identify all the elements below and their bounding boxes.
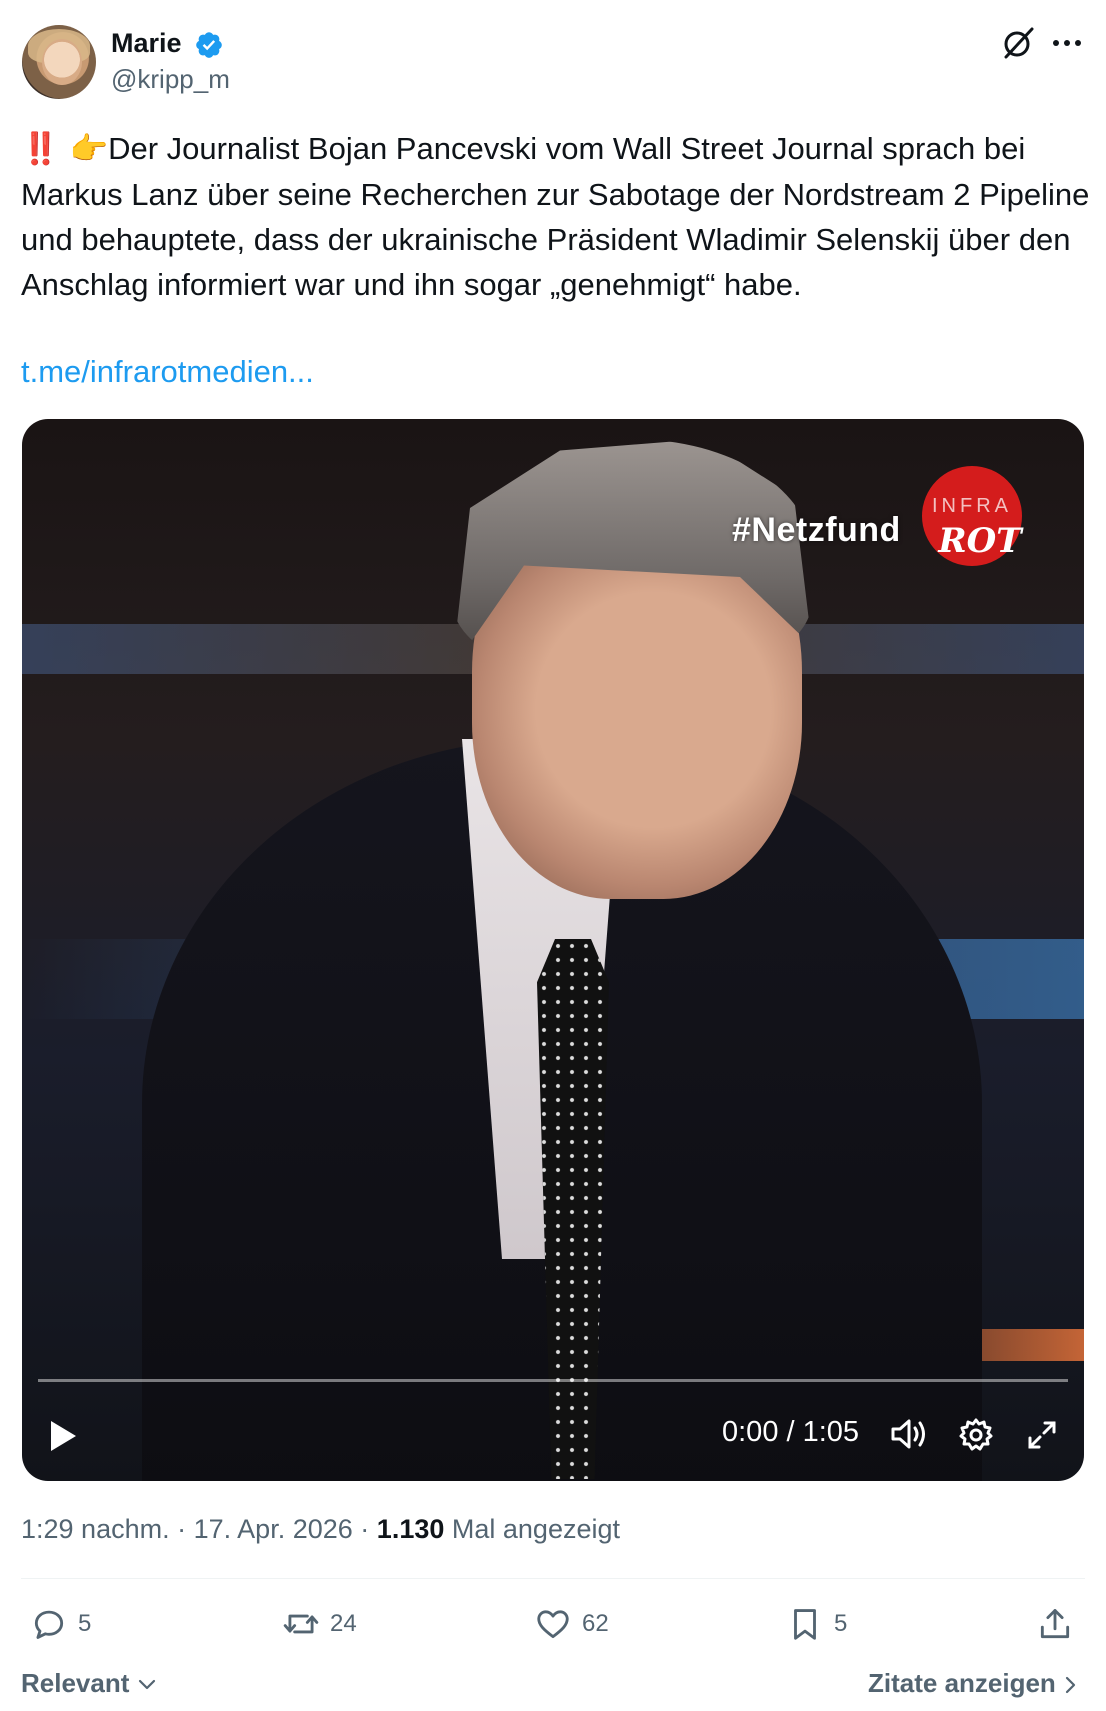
video-progress-bar[interactable] <box>38 1379 1068 1382</box>
logo-text-bottom: ROT <box>937 521 1024 561</box>
reply-icon <box>34 1610 64 1639</box>
reply-button[interactable]: 5 <box>30 1604 91 1644</box>
reply-count: 5 <box>78 1610 92 1637</box>
bookmark-count: 5 <box>834 1610 848 1637</box>
tweet-link[interactable]: t.me/infrarotmedien... <box>21 352 314 392</box>
heart-icon <box>537 1610 569 1639</box>
video-overlay-hashtag: #Netzfund <box>732 511 901 549</box>
sort-label: Relevant <box>21 1668 130 1698</box>
share-icon <box>1040 1609 1070 1639</box>
views-count: 1.130 <box>376 1514 445 1544</box>
repost-button[interactable]: 24 <box>282 1604 357 1644</box>
meta-separator: · <box>360 1514 370 1544</box>
tweet-body: Der Journalist Bojan Pancevski vom Wall … <box>21 131 1090 302</box>
share-button[interactable] <box>1036 1604 1074 1644</box>
meta-separator: · <box>177 1514 187 1544</box>
repost-icon <box>283 1614 319 1634</box>
fullscreen-icon[interactable] <box>1026 1419 1058 1451</box>
volume-icon[interactable] <box>890 1417 928 1451</box>
tweet-text: ‼️ 👉Der Journalist Bojan Pancevski vom W… <box>21 126 1091 307</box>
logo-text-top: INFRA <box>932 495 1012 517</box>
tweet-time[interactable]: 1:29 nachm. <box>21 1514 170 1544</box>
author-handle[interactable]: @kripp_m <box>111 63 230 95</box>
divider <box>21 1578 1085 1579</box>
bookmark-icon <box>794 1609 816 1640</box>
video-time: 0:00 / 1:05 <box>722 1416 860 1448</box>
chevron-right-icon <box>1065 1677 1076 1694</box>
infrarot-logo: INFRA ROT <box>922 466 1024 566</box>
quotes-label: Zitate anzeigen <box>868 1668 1056 1698</box>
tweet-date[interactable]: 17. Apr. 2026 <box>194 1514 353 1544</box>
tweet-meta: 1:29 nachm. · 17. Apr. 2026 · 1.130 Mal … <box>21 1512 620 1546</box>
like-button[interactable]: 62 <box>534 1604 609 1644</box>
like-count: 62 <box>582 1610 609 1637</box>
emoji: ‼️ 👉 <box>21 131 109 167</box>
more-options-icon[interactable] <box>1050 30 1084 56</box>
bookmark-button[interactable]: 5 <box>786 1604 847 1644</box>
verified-badge-icon <box>196 32 222 58</box>
grok-icon[interactable] <box>1000 25 1036 61</box>
repost-count: 24 <box>330 1610 357 1637</box>
video-player[interactable]: #Netzfund INFRA ROT 0:00 / 1:05 <box>22 419 1084 1481</box>
play-icon[interactable] <box>48 1419 78 1453</box>
views-label: Mal angezeigt <box>451 1514 620 1544</box>
author-name[interactable]: Marie <box>111 26 182 60</box>
avatar[interactable] <box>22 25 96 99</box>
show-quotes-link[interactable]: Zitate anzeigen <box>868 1666 1079 1700</box>
chevron-down-icon <box>138 1680 155 1690</box>
sort-dropdown[interactable]: Relevant <box>21 1666 157 1700</box>
settings-gear-icon[interactable] <box>958 1417 994 1453</box>
